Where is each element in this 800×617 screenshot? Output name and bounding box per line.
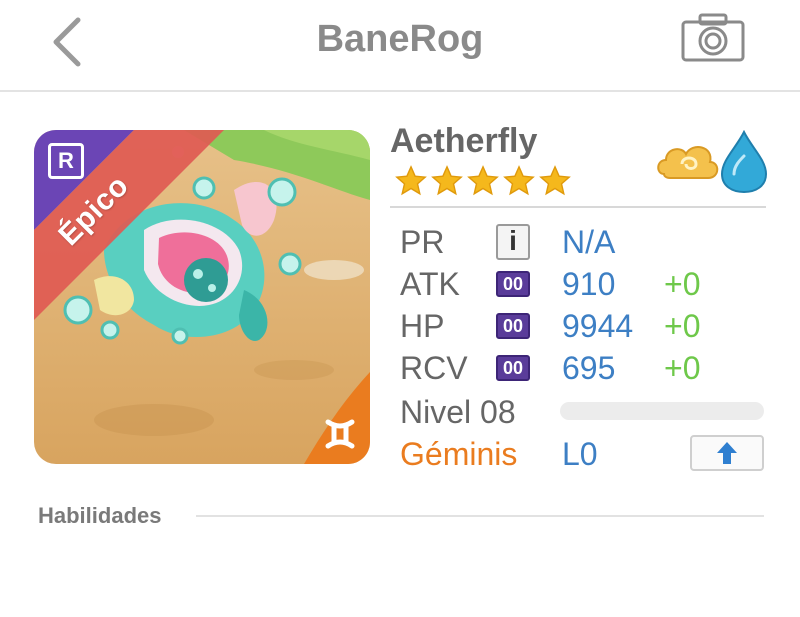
abilities-section-title: Habilidades	[38, 503, 162, 528]
stat-bonus: +0	[664, 350, 701, 386]
upgrade-sign-button[interactable]	[690, 435, 764, 471]
star-icon	[539, 165, 571, 196]
rune-icon: 00	[496, 313, 530, 339]
camera-button[interactable]	[680, 12, 746, 64]
element-icons	[656, 129, 768, 194]
gemini-sign-icon	[310, 404, 370, 464]
navbar: BaneRog	[0, 0, 800, 92]
rune-icon: 00	[496, 271, 530, 297]
monster-name: Aetherfly	[390, 122, 538, 160]
camera-icon	[681, 13, 745, 62]
star-icon	[395, 165, 427, 196]
star-icon	[431, 165, 463, 196]
stat-label: RCV	[400, 350, 468, 386]
sign-level: L0	[562, 436, 598, 472]
star-icon	[467, 165, 499, 196]
stat-value: 9944	[562, 308, 634, 344]
stat-label: PR	[400, 224, 445, 260]
stat-bonus: +0	[664, 308, 701, 344]
star-icon	[503, 165, 535, 196]
section-divider	[196, 515, 764, 517]
monster-card[interactable]: R Épico	[34, 130, 370, 464]
level-progress-bar	[560, 402, 764, 420]
cloud-element-icon	[657, 146, 719, 179]
stat-bonus: +0	[664, 266, 701, 302]
star-rating	[394, 164, 574, 204]
stat-value: 910	[562, 266, 616, 302]
rune-icon: 00	[496, 355, 530, 381]
stat-label: ATK	[400, 266, 460, 302]
info-icon[interactable]: i	[496, 224, 530, 260]
sign-label: Géminis	[400, 436, 518, 472]
level-label: Nivel 08	[400, 394, 516, 430]
stat-value: N/A	[562, 224, 616, 260]
rarity-code-badge: R	[48, 143, 84, 179]
stat-label: HP	[400, 308, 445, 344]
arrow-up-icon	[717, 442, 737, 464]
stat-value: 695	[562, 350, 616, 386]
water-element-icon	[720, 129, 768, 194]
info-divider	[390, 206, 766, 208]
